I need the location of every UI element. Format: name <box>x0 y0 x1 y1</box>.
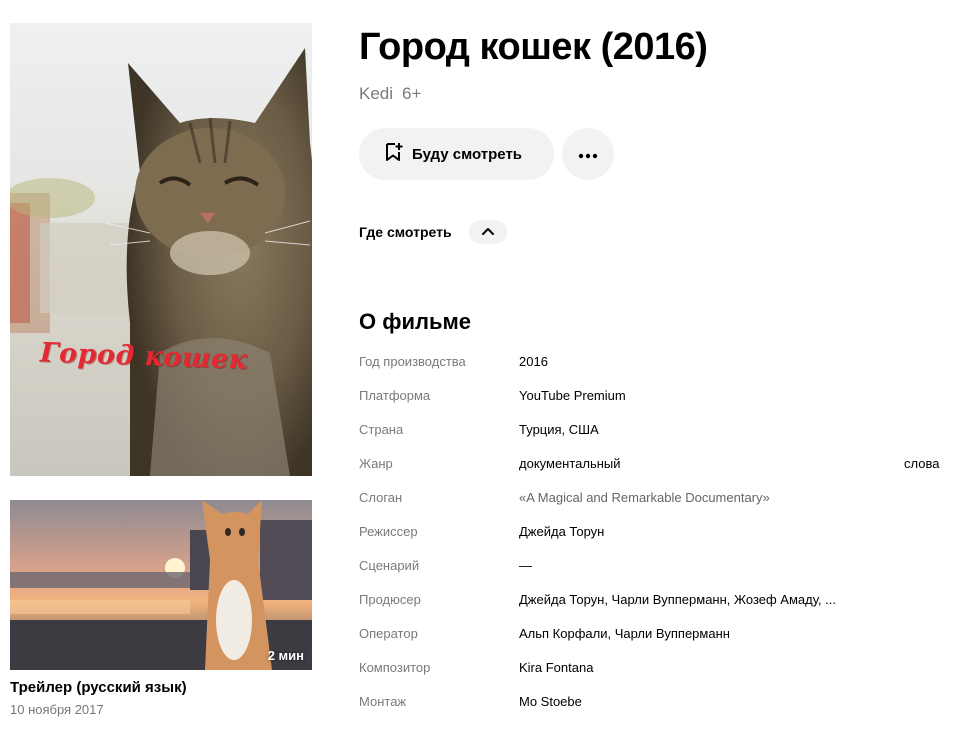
movie-info-table: Год производства 2016 Платформа YouTube … <box>359 351 959 725</box>
poster-image <box>10 23 312 476</box>
where-to-watch-toggle[interactable] <box>469 220 507 244</box>
watchlist-label: Буду смотреть <box>412 145 523 163</box>
info-label: Слоган <box>359 490 403 505</box>
watchlist-button[interactable]: Буду смотреть <box>359 128 554 180</box>
info-row-screenplay: Сценарий — <box>359 555 959 589</box>
info-value: — <box>519 558 532 573</box>
info-value: «A Magical and Remarkable Documentary» <box>519 490 770 505</box>
trailer-thumbnail[interactable]: 2 мин <box>10 500 312 670</box>
info-value[interactable]: YouTube Premium <box>519 388 626 403</box>
trailer-date: 10 ноября 2017 <box>10 702 104 717</box>
movie-subtitle: Kedi 6+ <box>359 84 421 104</box>
info-label: Оператор <box>359 626 418 641</box>
trailer-title[interactable]: Трейлер (русский язык) <box>10 679 187 696</box>
info-label: Платформа <box>359 388 431 403</box>
age-rating: 6+ <box>402 84 422 103</box>
trailer-duration: 2 мин <box>267 648 304 663</box>
trailer-image <box>10 500 312 670</box>
info-row-composer: Композитор Kira Fontana <box>359 657 959 691</box>
info-value[interactable]: документальный <box>519 456 621 471</box>
info-label: Сценарий <box>359 558 420 573</box>
about-heading: О фильме <box>359 309 472 334</box>
info-label: Режиссер <box>359 524 418 539</box>
info-value[interactable]: Kira Fontana <box>519 660 593 675</box>
where-to-watch-label[interactable]: Где смотреть <box>359 224 452 240</box>
info-label: Продюсер <box>359 592 421 607</box>
info-row-editing: Монтаж Mo Stoebe <box>359 691 959 725</box>
info-label: Композитор <box>359 660 431 675</box>
info-value[interactable]: 2016 <box>519 354 548 369</box>
info-row-producer: Продюсер Джейда Торун, Чарли Вупперманн,… <box>359 589 959 623</box>
info-row-country: Страна Турция, США <box>359 419 959 453</box>
more-button[interactable] <box>562 128 614 180</box>
info-value[interactable]: Mo Stoebe <box>519 694 582 709</box>
original-title: Kedi <box>359 84 394 103</box>
info-row-platform: Платформа YouTube Premium <box>359 385 959 419</box>
info-value[interactable]: Джейда Торун, Чарли Вупперманн, Жозеф Ам… <box>519 592 836 607</box>
info-value[interactable]: Джейда Торун <box>519 524 604 539</box>
info-row-operator: Оператор Альп Корфали, Чарли Вупперманн <box>359 623 959 657</box>
movie-title: Город кошек (2016) <box>359 26 708 68</box>
info-label: Страна <box>359 422 404 437</box>
bookmark-plus-icon <box>385 142 403 166</box>
info-label: Год производства <box>359 354 466 369</box>
info-label: Жанр <box>359 456 393 471</box>
genre-keywords-link[interactable]: слова <box>904 456 939 471</box>
info-row-genre: Жанр документальный слова <box>359 453 959 487</box>
info-row-director: Режиссер Джейда Торун <box>359 521 959 555</box>
info-value[interactable]: Альп Корфали, Чарли Вупперманн <box>519 626 730 641</box>
info-row-year: Год производства 2016 <box>359 351 959 385</box>
more-dots-icon <box>578 147 598 162</box>
info-value[interactable]: Турция, США <box>519 422 599 437</box>
movie-poster[interactable]: Город кошек <box>10 23 312 476</box>
info-row-tagline: Слоган «A Magical and Remarkable Documen… <box>359 487 959 521</box>
info-label: Монтаж <box>359 694 407 709</box>
chevron-up-icon <box>481 223 495 241</box>
